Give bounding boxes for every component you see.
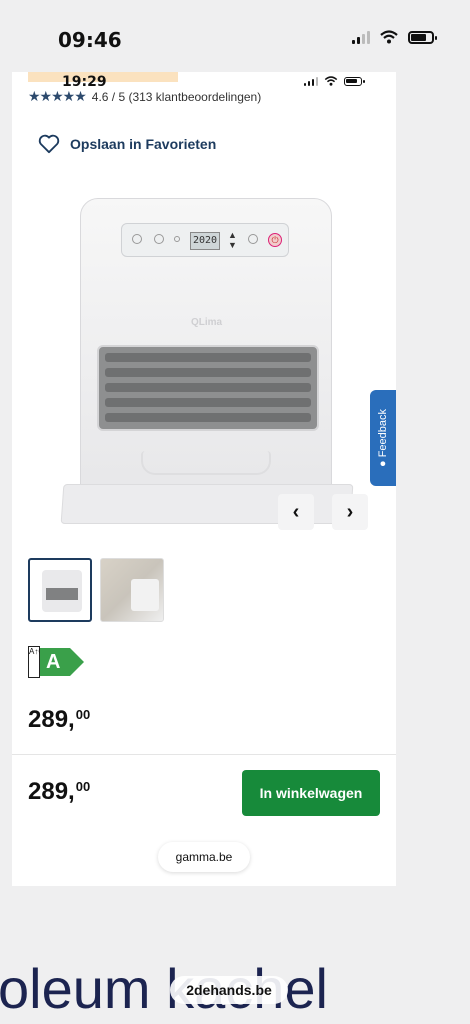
battery-icon xyxy=(344,76,365,86)
feedback-tab[interactable]: ● Feedback xyxy=(370,390,396,486)
save-favorites-button[interactable]: Opslaan in Favorieten xyxy=(38,134,216,154)
url-pill[interactable]: 2dehands.be xyxy=(170,976,288,1004)
heater-grille xyxy=(97,345,319,431)
divider xyxy=(12,754,396,755)
heater-slot xyxy=(141,451,271,475)
up-down-icon: ▲ ▼ xyxy=(228,230,237,250)
favorites-label: Opslaan in Favorieten xyxy=(70,136,217,152)
feedback-label: ● Feedback xyxy=(377,408,389,468)
product-price: 289, 00 xyxy=(28,706,90,734)
energy-label[interactable]: A↑G A xyxy=(28,646,86,678)
thumbnail-strip xyxy=(28,558,164,622)
energy-class-badge: A xyxy=(40,648,86,676)
domain-pill[interactable]: gamma.be xyxy=(158,842,250,872)
next-image-button[interactable]: › xyxy=(332,494,368,530)
control-panel: 2020 ▲ ▼ ⏻ xyxy=(121,223,289,257)
inner-status-icons xyxy=(304,76,365,86)
thumbnail-2[interactable] xyxy=(100,558,164,622)
thumbnail-1[interactable] xyxy=(28,558,92,622)
price-cents: 00 xyxy=(75,707,91,722)
status-icons xyxy=(352,30,437,44)
sticky-price-main: 289, xyxy=(28,778,75,805)
embedded-screenshot: 19:29 ★★★★★ 4.6 / 5 (313 klantbeoordelin… xyxy=(12,72,396,886)
chevron-right-icon: › xyxy=(346,500,354,523)
lcd-display: 2020 xyxy=(190,232,220,250)
heater-illustration: 2020 ▲ ▼ ⏻ QLima xyxy=(80,198,332,498)
sticky-price-cents: 00 xyxy=(75,779,91,794)
prev-image-button[interactable]: ‹ xyxy=(278,494,314,530)
chevron-left-icon: ‹ xyxy=(292,500,300,523)
wifi-icon xyxy=(380,30,398,44)
heart-icon xyxy=(38,134,60,154)
status-bar: 09:46 xyxy=(0,0,470,72)
add-to-cart-button[interactable]: In winkelwagen xyxy=(242,770,380,816)
sticky-price: 289, 00 xyxy=(28,778,90,806)
energy-scale: A↑G xyxy=(28,646,45,678)
battery-icon xyxy=(408,30,437,44)
chat-bubble-icon: ● xyxy=(377,460,389,468)
rating-text: 4.6 / 5 (313 klantbeoordelingen) xyxy=(91,89,262,104)
product-image[interactable]: 2020 ▲ ▼ ⏻ QLima xyxy=(60,198,354,533)
signal-icon xyxy=(304,76,318,86)
power-icon: ⏻ xyxy=(268,233,282,247)
signal-icon xyxy=(352,30,370,44)
status-time: 09:46 xyxy=(58,28,122,52)
rating-stars-icon: ★★★★★ xyxy=(28,88,87,104)
wifi-icon xyxy=(324,76,338,86)
brand-logo: QLima xyxy=(191,317,223,328)
product-rating[interactable]: ★★★★★ 4.6 / 5 (313 klantbeoordelingen) xyxy=(28,88,261,105)
price-main: 289, xyxy=(28,706,75,733)
